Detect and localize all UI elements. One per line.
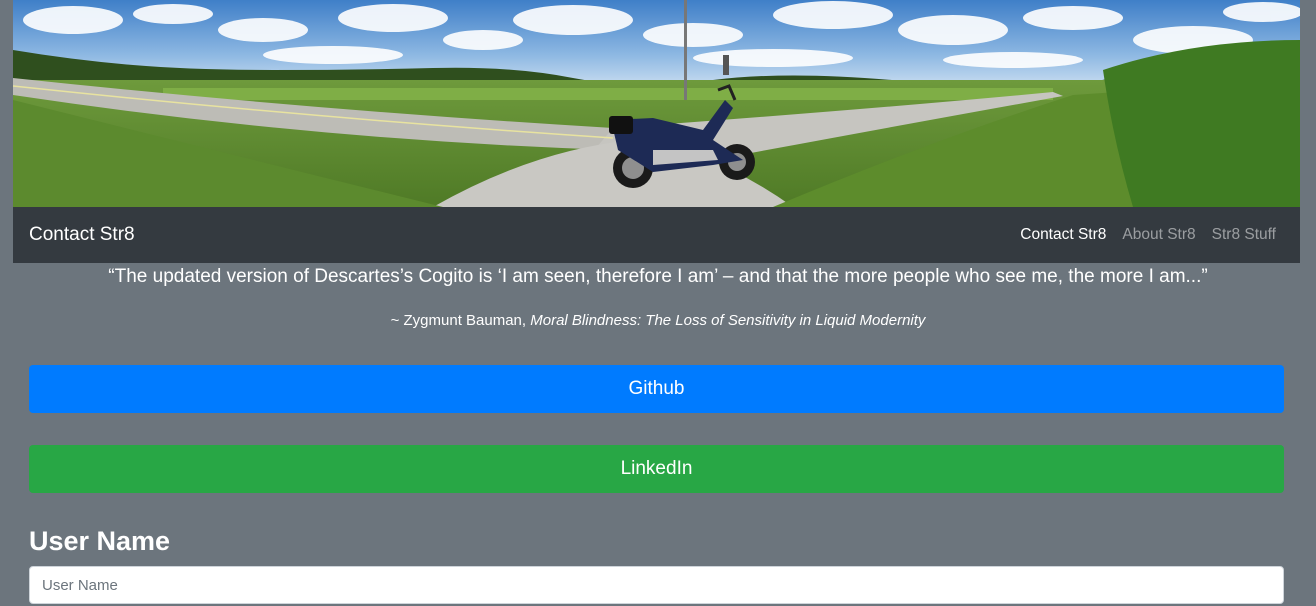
linkedin-button[interactable]: LinkedIn [29,445,1284,493]
banner-image [13,0,1300,207]
quote-book-title: Moral Blindness: The Loss of Sensitivity… [530,312,926,329]
github-button[interactable]: Github [29,365,1284,413]
navbar-brand[interactable]: Contact Str8 [29,207,135,263]
quote-author: ~ Zygmunt Bauman, [390,312,531,329]
nav-link-stuff[interactable]: Str8 Stuff [1204,226,1284,244]
username-input[interactable] [29,566,1284,604]
nav-links: Contact Str8 About Str8 Str8 Stuff [1012,207,1284,263]
username-label: User Name [29,526,171,556]
nav-link-contact[interactable]: Contact Str8 [1012,226,1114,244]
page: Contact Str8 Contact Str8 About Str8 Str… [0,0,1316,606]
navbar: Contact Str8 Contact Str8 About Str8 Str… [13,207,1300,263]
quote-text: “The updated version of Descartes’s Cogi… [108,266,1208,287]
quote-attribution: ~ Zygmunt Bauman, Moral Blindness: The L… [0,312,1316,329]
nav-link-about[interactable]: About Str8 [1114,226,1203,244]
